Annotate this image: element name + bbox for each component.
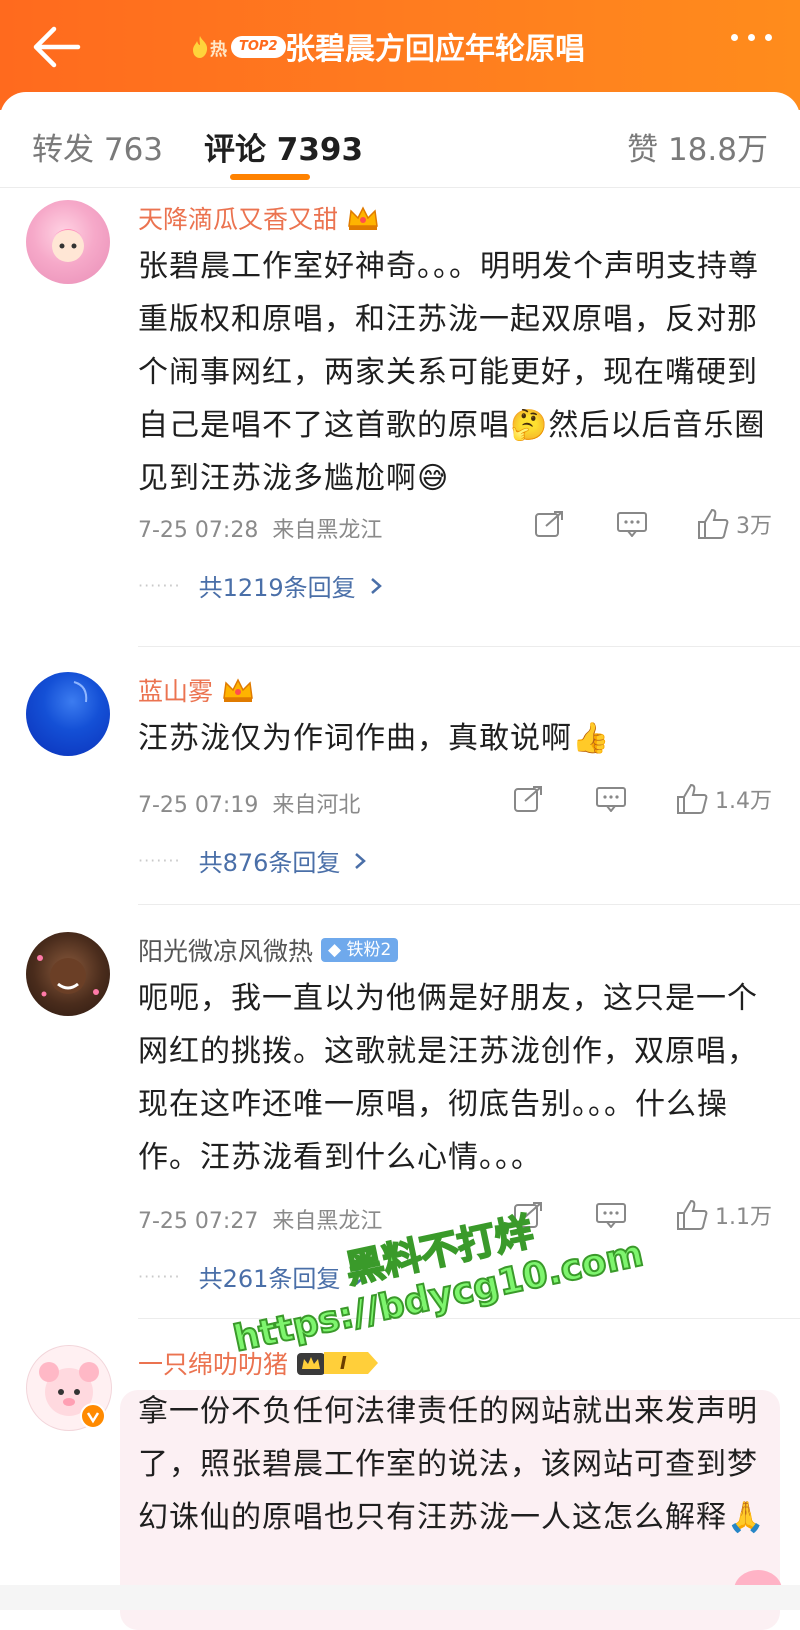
like-icon[interactable] [675, 1199, 709, 1231]
share-icon[interactable] [513, 785, 543, 813]
comment-actions: 1.1万 [513, 1199, 772, 1231]
vip-level-label: I [340, 1352, 347, 1374]
like-icon[interactable] [696, 508, 730, 540]
comment-actions: 1.4万 [513, 783, 772, 815]
comment-meta: 7-25 07:28 来自黑龙江 [138, 512, 382, 544]
comment-location: 来自黑龙江 [272, 518, 383, 543]
replies-count: 共1219条回复 [198, 574, 356, 602]
comment-text: 呃呃，我一直以为他俩是好朋友，这只是一个网红的挑拨。这歌就是汪苏泷创作，双原唱，… [138, 981, 758, 1175]
chevron-right-icon [370, 577, 382, 594]
username-label: 蓝山雾 [138, 677, 214, 706]
hot-rank-badge: 热 TOP2 [188, 32, 286, 62]
fan-level-label: 铁粉2 [346, 940, 392, 960]
username[interactable]: 天降滴瓜又香又甜 [138, 200, 380, 236]
tab-bar: 转发 763 评论 7393 赞 18.8万 [0, 92, 800, 188]
fan-level-badge: ◆ 铁粉2 [321, 938, 399, 962]
more-dots-icon[interactable] [731, 34, 772, 41]
comment-time: 7-25 07:27 [138, 1209, 259, 1234]
replies-link[interactable]: ······· 共261条回复 [138, 1259, 368, 1294]
comment-time: 7-25 07:28 [138, 518, 259, 543]
hot-word: 热 [210, 39, 227, 60]
share-icon[interactable] [534, 510, 564, 538]
like-count: 1.4万 [715, 789, 772, 814]
page-title: 张碧晨方回应年轮原唱 [285, 32, 585, 67]
username-label: 阳光微凉风微热 [138, 937, 314, 966]
tab-active-indicator [230, 174, 310, 180]
like-count: 1.1万 [715, 1205, 772, 1230]
tab-repost[interactable]: 转发 763 [32, 124, 163, 169]
back-arrow-icon[interactable] [30, 22, 84, 72]
comment-icon[interactable] [595, 1202, 627, 1228]
replies-count: 共876条回复 [198, 849, 341, 877]
comment-actions: 3万 [534, 508, 772, 540]
comment-location: 来自河北 [272, 793, 361, 818]
username[interactable]: 阳光微凉风微热 ◆ 铁粉2 [138, 932, 399, 968]
tab-comment[interactable]: 评论 7393 [204, 124, 363, 169]
comment-text: 拿一份不负任何法律责任的网站就出来发声明了，照张碧晨工作室的说法，该网站可查到梦… [138, 1394, 766, 1535]
replies-count: 共261条回复 [198, 1265, 341, 1293]
like-icon[interactable] [675, 783, 709, 815]
avatar[interactable] [26, 672, 110, 756]
avatar[interactable] [26, 932, 110, 1016]
replies-dots: ······· [138, 576, 181, 595]
tab-like[interactable]: 赞 18.8万 [627, 124, 768, 169]
comment-icon[interactable] [616, 511, 648, 537]
username[interactable]: 蓝山雾 [138, 672, 255, 708]
divider [138, 646, 800, 647]
vip-ribbon-icon [324, 1352, 379, 1374]
replies-link[interactable]: ······· 共876条回复 [138, 843, 368, 878]
vip-level-badge: I [296, 1349, 379, 1377]
crown-icon [297, 1353, 326, 1375]
replies-dots: ······· [138, 1267, 181, 1286]
comment-time: 7-25 07:19 [138, 793, 259, 818]
verified-badge-icon [80, 1403, 106, 1429]
divider [138, 904, 800, 905]
replies-dots: ······· [138, 851, 181, 870]
replies-link[interactable]: ······· 共1219条回复 [138, 568, 384, 603]
crown-icon [348, 206, 378, 230]
comment-icon[interactable] [595, 786, 627, 812]
username-label: 天降滴瓜又香又甜 [138, 205, 339, 234]
flame-icon [193, 36, 208, 58]
bottom-bar [0, 1585, 800, 1610]
like-count: 3万 [736, 514, 772, 539]
crown-icon [223, 678, 253, 702]
comment-meta: 7-25 07:19 来自河北 [138, 787, 360, 819]
comment-text: 汪苏泷仅为作词作曲，真敢说啊👍 [138, 721, 611, 756]
comment-location: 来自黑龙江 [272, 1209, 383, 1234]
comment-meta: 7-25 07:27 来自黑龙江 [138, 1203, 382, 1235]
comment-text: 张碧晨工作室好神奇。。。明明发个声明支持尊重版权和原唱，和汪苏泷一起双原唱，反对… [138, 249, 766, 496]
rank-badge: TOP2 [231, 36, 286, 58]
avatar[interactable] [26, 200, 110, 284]
chevron-right-icon [355, 852, 367, 869]
